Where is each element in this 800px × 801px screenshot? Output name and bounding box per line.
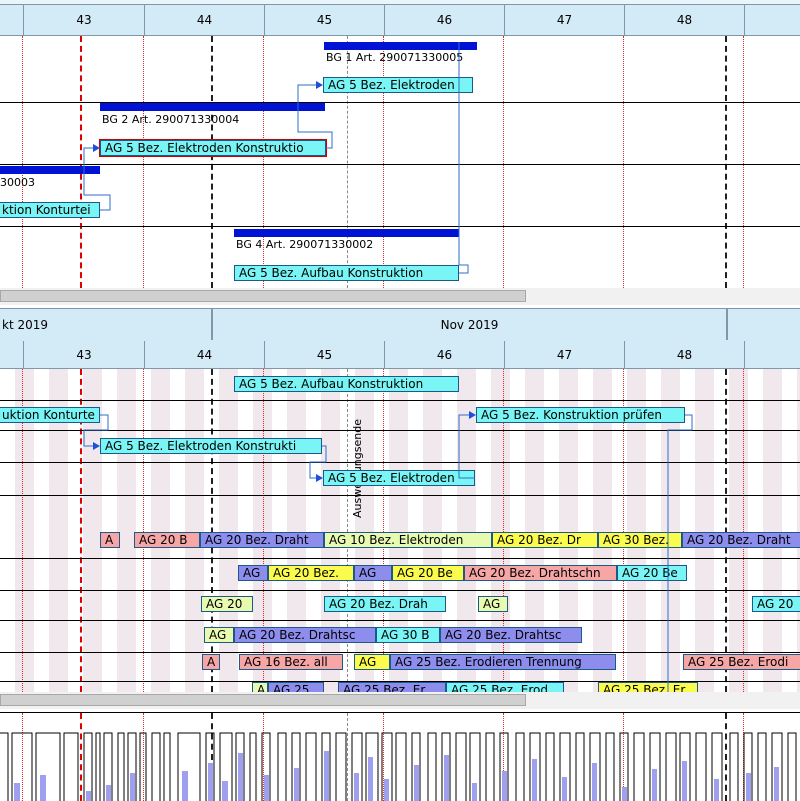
top-bar-bg3[interactable] <box>0 166 100 174</box>
capacity-histogram <box>0 712 800 801</box>
task-row5-ag20b[interactable]: AG 20 B <box>134 532 200 548</box>
top-week-43[interactable]: 43 <box>23 5 144 35</box>
top-week-next[interactable] <box>744 5 800 35</box>
bottom-week-45[interactable]: 45 <box>264 341 384 368</box>
task-row7-ag20-drah[interactable]: AG 20 Bez. Drah <box>324 596 446 612</box>
task-row6-ag20bez[interactable]: AG 20 Bez. <box>268 565 354 581</box>
task-row8-ag20-drahtsc[interactable]: AG 20 Bez. Drahtsc <box>234 627 376 643</box>
task-row10-a[interactable]: A <box>252 682 268 692</box>
capacity-bars <box>0 732 797 801</box>
top-week-45[interactable]: 45 <box>264 5 384 35</box>
top-week-47[interactable]: 47 <box>504 5 624 35</box>
task-row5-ag20-draht[interactable]: AG 20 Bez. Draht <box>200 532 324 548</box>
top-bar-label-bg1: BG 1 Art. 290071330005 <box>326 51 464 64</box>
task-row8-ag30b[interactable]: AG 30 B <box>376 627 440 643</box>
top-task-aufbau-konstruktion[interactable]: AG 5 Bez. Aufbau Konstruktion <box>234 265 459 281</box>
task-row6-ag20be[interactable]: AG 20 Be <box>392 565 464 581</box>
task-row10-ag25-er[interactable]: AG 25 Bez. Er <box>338 682 446 692</box>
top-task-elektroden[interactable]: AG 5 Bez. Elektroden <box>323 77 473 93</box>
bottom-week-47[interactable]: 47 <box>504 341 624 368</box>
task-row5-a[interactable]: A <box>100 532 120 548</box>
bottom-horizontal-scrollbar[interactable] <box>0 692 800 709</box>
task-row10-ag25[interactable]: AG 25 <box>268 682 324 692</box>
task-row9-ag25-erodi[interactable]: AG 25 Bez. Erodi <box>683 654 800 670</box>
task-row5-ag20-draht-2[interactable]: AG 20 Bez. Draht <box>682 532 800 548</box>
top-scrollbar-thumb[interactable] <box>0 290 526 302</box>
month-dec-2019[interactable] <box>727 309 800 340</box>
task-row5-ag30[interactable]: AG 30 Bez. <box>598 532 682 548</box>
task-row7-ag[interactable]: AG <box>478 596 508 612</box>
task-row9-ag[interactable]: AG <box>354 654 390 670</box>
task-row9-a[interactable]: A <box>202 654 220 670</box>
task-aufbau-konstruktion[interactable]: AG 5 Bez. Aufbau Konstruktion <box>234 376 459 392</box>
task-row5-ag20-dr[interactable]: AG 20 Bez. Dr <box>492 532 598 548</box>
task-row7-ag20[interactable]: AG 20 <box>201 596 253 612</box>
task-elektroden[interactable]: AG 5 Bez. Elektroden <box>323 470 475 486</box>
top-bar-bg2[interactable] <box>100 103 325 111</box>
bottom-week-next[interactable] <box>744 341 800 368</box>
top-bar-bg4[interactable] <box>234 229 459 237</box>
task-row10-ag25-erod[interactable]: AG 25 Bez. Erod <box>446 682 564 692</box>
task-konturteil[interactable]: uktion Konturte <box>0 407 100 423</box>
task-row6-ag-2[interactable]: AG <box>354 565 392 581</box>
month-oct-2019[interactable]: kt 2019 <box>0 309 212 340</box>
task-elektroden-konstruktion[interactable]: AG 5 Bez. Elektroden Konstrukti <box>100 438 322 454</box>
bottom-week-43[interactable]: 43 <box>23 341 144 368</box>
top-week-46[interactable]: 46 <box>384 5 504 35</box>
task-row5-ag10-elektroden[interactable]: AG 10 Bez. Elektroden <box>324 532 492 548</box>
bottom-week-44[interactable]: 44 <box>144 341 264 368</box>
top-task-elektroden-konstruktion[interactable]: AG 5 Bez. Elektroden Konstruktio <box>99 139 327 157</box>
task-row10-ag25-er-2[interactable]: AG 25 Bez. Er <box>598 682 698 692</box>
bottom-week-46[interactable]: 46 <box>384 341 504 368</box>
top-bar-label-bg3: 30003 <box>0 176 35 189</box>
task-row7-ag20-2[interactable]: AG 20 <box>752 596 800 612</box>
task-row9-ag16-all[interactable]: AG 16 Bez. all <box>239 654 343 670</box>
task-row6-ag20-drahtschn[interactable]: AG 20 Bez. Drahtschn <box>464 565 617 581</box>
task-konstruktion-pruefen[interactable]: AG 5 Bez. Konstruktion prüfen <box>476 407 685 423</box>
top-week-48[interactable]: 48 <box>624 5 744 35</box>
top-horizontal-scrollbar[interactable] <box>0 288 800 305</box>
bottom-week-48[interactable]: 48 <box>624 341 744 368</box>
month-nov-2019[interactable]: Nov 2019 <box>212 309 727 340</box>
evaluation-end-marker-label: Auswertungsende <box>351 419 364 518</box>
task-row6-ag[interactable]: AG <box>238 565 268 581</box>
task-row8-ag20-drahtsc-2[interactable]: AG 20 Bez. Drahtsc <box>440 627 582 643</box>
task-row6-ag20be-2[interactable]: AG 20 Be <box>617 565 687 581</box>
top-task-konturtei[interactable]: ktion Konturtei <box>0 202 100 218</box>
top-week-44[interactable]: 44 <box>144 5 264 35</box>
task-row9-ag25-erodieren[interactable]: AG 25 Bez. Erodieren Trennung <box>390 654 616 670</box>
row10-clip: A AG 25 AG 25 Bez. Er AG 25 Bez. Erod AG… <box>0 682 800 692</box>
top-bar-label-bg2: BG 2 Art. 290071330004 <box>102 113 240 126</box>
top-bar-label-bg4: BG 4 Art. 290071330002 <box>236 238 374 251</box>
top-bar-bg1[interactable] <box>324 42 477 50</box>
task-row8-ag[interactable]: AG <box>204 627 234 643</box>
bottom-scrollbar-thumb[interactable] <box>0 694 526 706</box>
